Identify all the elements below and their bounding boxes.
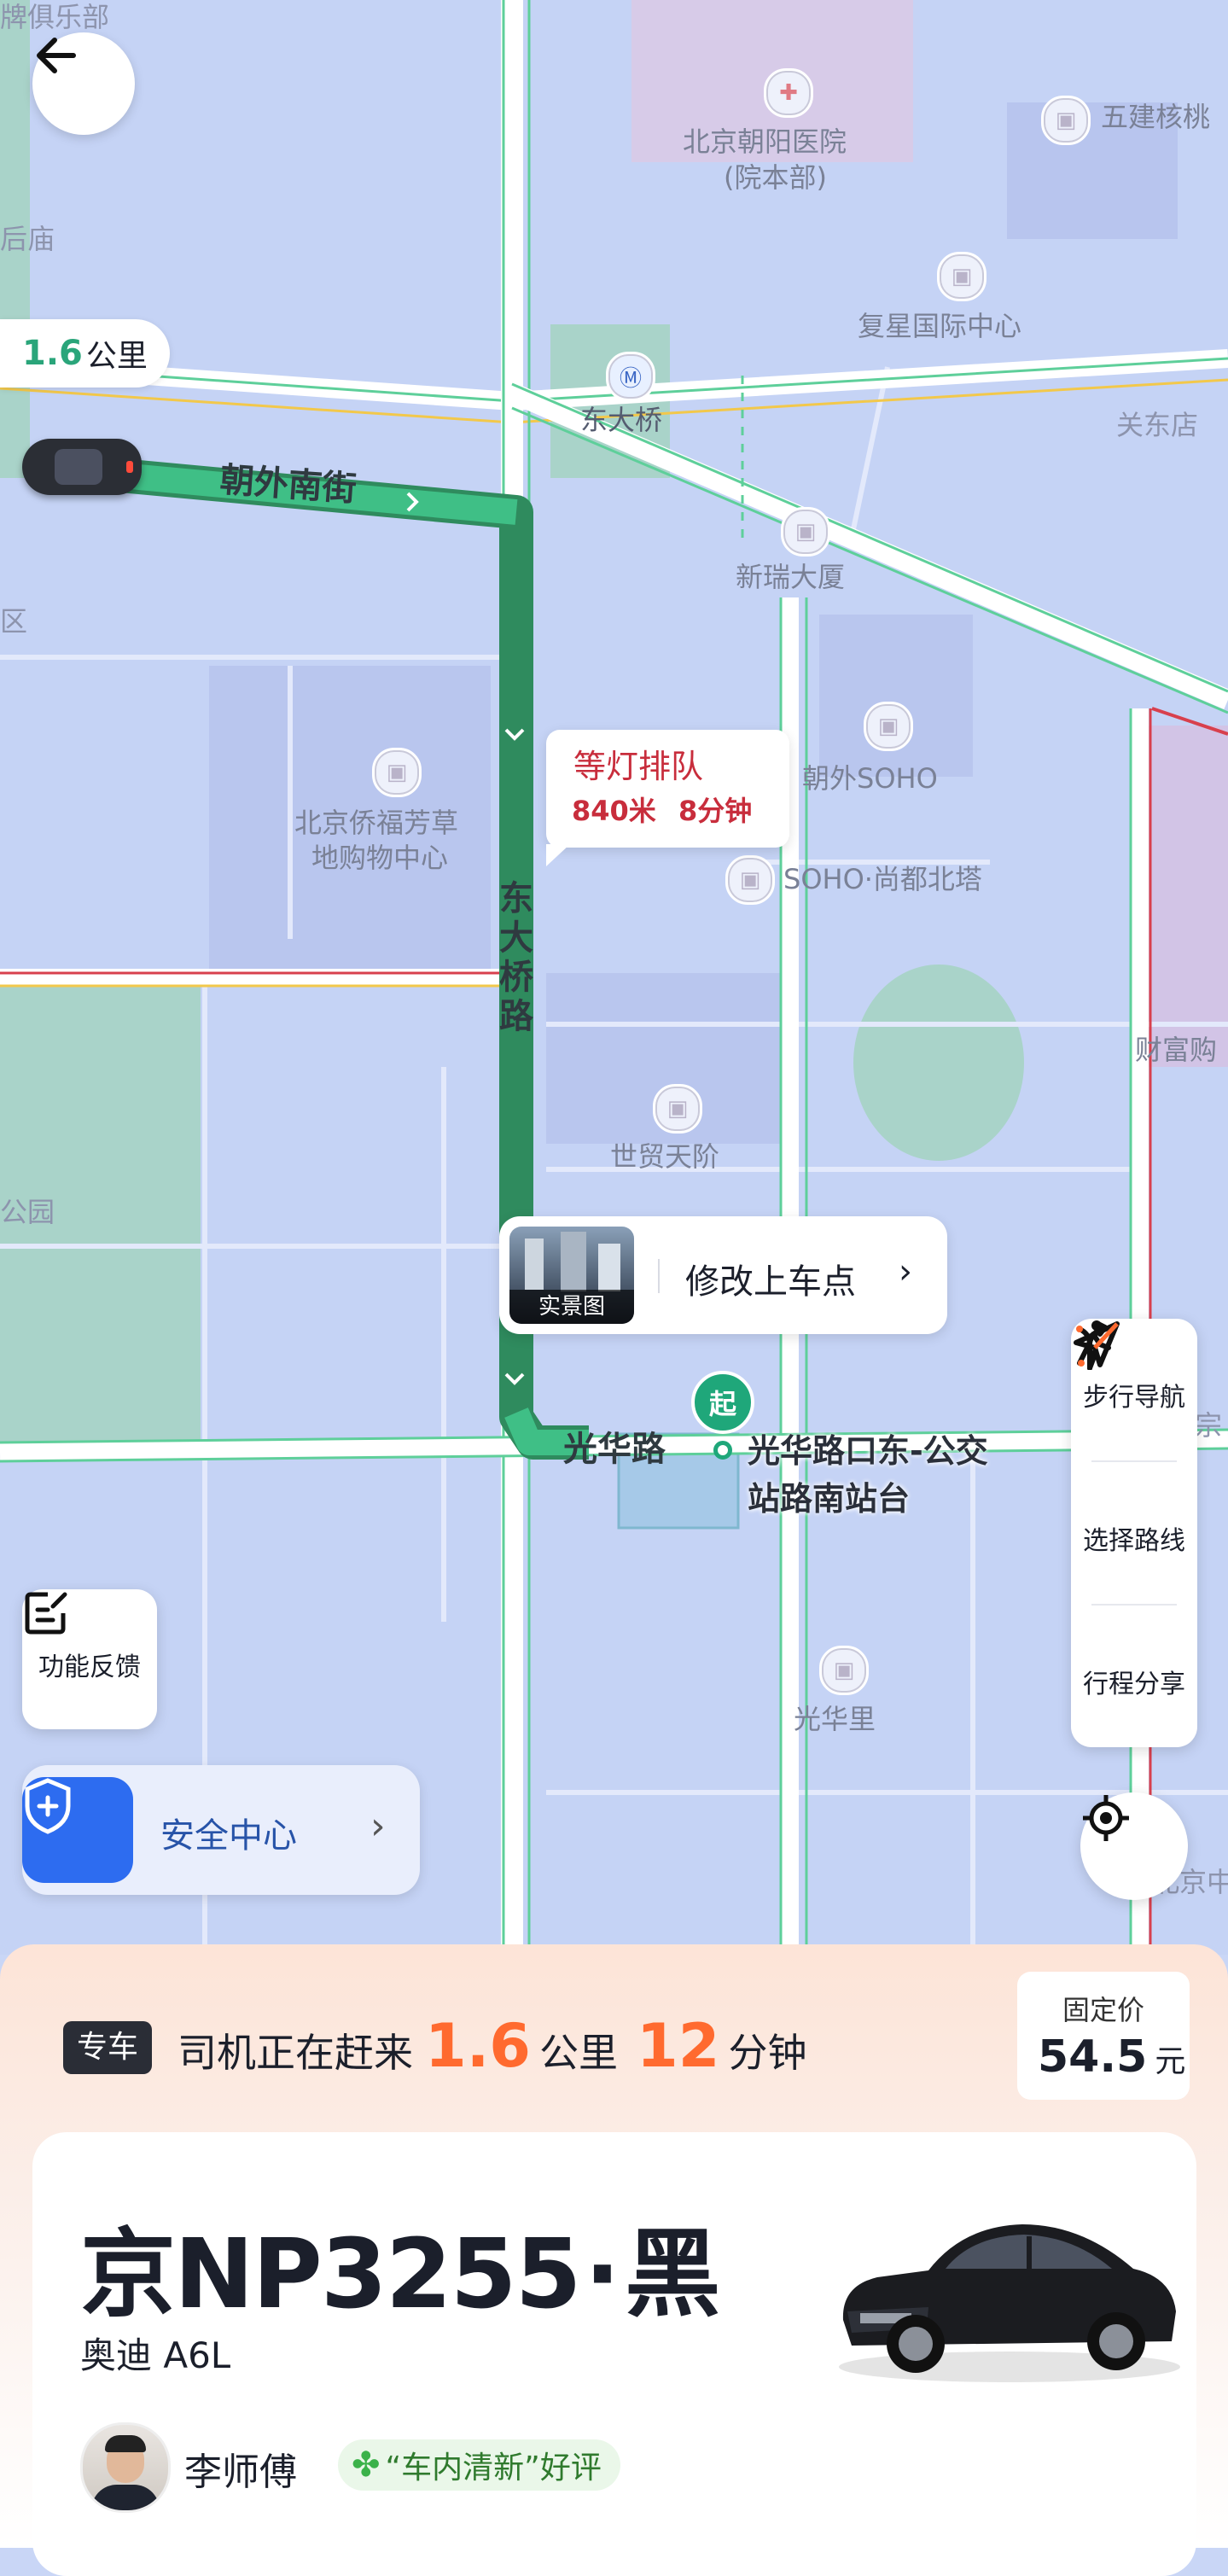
locate-icon — [1083, 1795, 1129, 1841]
arrow-left-icon — [37, 38, 76, 73]
review-text: “车内清新”好评 — [385, 2451, 602, 2486]
poi-label: 五建核桃 — [1101, 101, 1211, 133]
map-canvas — [0, 0, 1228, 1955]
pickup-dot — [713, 1441, 732, 1460]
building-icon: ▣ — [781, 507, 830, 557]
distance-chip: 1.6 公里 — [0, 319, 170, 388]
poi-label: 关东店 — [1116, 409, 1199, 441]
chevron-right-icon: › — [899, 1252, 912, 1291]
service-tag: 专车 — [63, 2021, 153, 2074]
price-label: 固定价 — [1062, 1994, 1144, 2026]
pickup-stop-name: 光华路口东-公交 站路南站台 — [748, 1427, 988, 1523]
building-icon: ▣ — [1041, 96, 1091, 145]
distance-unit: 公里 — [85, 339, 148, 374]
poi-label: 区 — [0, 605, 28, 638]
edit-pickup-pill[interactable]: 实景图 修改上车点 › — [499, 1216, 947, 1334]
poi-label: (院本部) — [724, 161, 827, 194]
traffic-time: 8分钟 — [678, 795, 753, 827]
building-icon: ▣ — [819, 1646, 869, 1695]
building-icon: ▣ — [864, 702, 913, 751]
avatar[interactable] — [80, 2422, 171, 2513]
choose-route-label: 选择路线 — [1083, 1526, 1185, 1556]
edit-icon — [25, 1592, 67, 1635]
metro-icon: Ⓜ — [606, 352, 655, 401]
poi-label: 新瑞大厦 — [736, 561, 846, 593]
clover-icon: ✤ — [352, 2445, 381, 2485]
shopping-icon: ▣ — [725, 855, 775, 905]
choose-route-button[interactable]: 选择路线 — [1071, 1321, 1197, 1604]
poi-label: SOHO·尚都北塔 — [783, 863, 982, 895]
walk-nav-label: 步行导航 — [1083, 1383, 1185, 1413]
side-tools-panel: 步行导航 选择路线 行程分享 — [1071, 1319, 1197, 1747]
eta-distance: 1.6 — [425, 2011, 532, 2081]
poi-label: 东大桥 — [580, 404, 663, 436]
poi-label: 世贸天阶 — [610, 1140, 720, 1173]
eta-distance-unit: 公里 — [539, 2030, 619, 2076]
price-box[interactable]: 固定价 54.5 元 — [1017, 1972, 1190, 2100]
poi-label: 光华里 — [794, 1703, 876, 1735]
plate-sep: · — [584, 2219, 621, 2330]
poi-label: 朝外SOHO — [802, 762, 938, 795]
status-text: 司机正在赶来 — [178, 2030, 413, 2076]
car-image — [839, 2224, 1180, 2382]
feedback-label: 功能反馈 — [38, 1652, 141, 1682]
back-button[interactable] — [32, 32, 135, 135]
car-color: 黑 — [625, 2219, 721, 2330]
driver-name: 李师傅 — [184, 2451, 297, 2494]
trip-status: 司机正在赶来 1.6 公里 12 分钟 — [178, 2011, 806, 2081]
share-icon — [1074, 1321, 1120, 1367]
price: 54.5 元 — [1038, 2031, 1185, 2083]
review-badge: ✤ “车内清新”好评 — [338, 2439, 620, 2491]
car-model: 奥迪 A6L — [80, 2334, 231, 2376]
pickup-marker[interactable]: 起 — [691, 1371, 754, 1434]
road-label-dongdaqiao: 东大桥路 — [499, 879, 533, 1036]
safety-center-label: 安全中心 — [160, 1816, 297, 1856]
street-view-label: 实景图 — [509, 1290, 634, 1324]
price-unit: 元 — [1155, 2044, 1186, 2079]
distance-value: 1.6 — [22, 334, 83, 373]
car-marker — [22, 439, 142, 495]
eta-time-unit: 分钟 — [728, 2030, 807, 2076]
shield-icon — [22, 1777, 133, 1883]
share-trip-label: 行程分享 — [1083, 1670, 1185, 1699]
bubble-tail — [546, 844, 570, 866]
feedback-button[interactable]: 功能反馈 — [22, 1589, 157, 1729]
shopping-icon: ▣ — [653, 1084, 702, 1134]
poi-label: 公园 — [0, 1196, 55, 1228]
street-view-thumbnail[interactable]: 实景图 — [509, 1227, 634, 1324]
poi-label: 北京朝阳医院 — [683, 125, 847, 158]
traffic-bubble: 等灯排队 840米 8分钟 — [546, 730, 789, 866]
traffic-title: 等灯排队 — [573, 748, 704, 785]
locate-button[interactable] — [1080, 1792, 1188, 1900]
plate-number: 京NP3255 — [80, 2219, 582, 2330]
share-trip-button[interactable]: 行程分享 — [1071, 1321, 1197, 1747]
eta-time: 12 — [637, 2011, 720, 2081]
pickup-stop-name-line2: 站路南站台 — [748, 1480, 911, 1518]
poi-label: 牌俱乐部 — [0, 1, 110, 33]
chevron-right-icon: › — [370, 1804, 386, 1848]
road-label-chaowai: 朝外南街 — [218, 460, 358, 510]
divider — [658, 1259, 660, 1293]
hospital-icon: ✚ — [764, 68, 813, 118]
map-view[interactable]: 牌俱乐部 ✚ 北京朝阳医院 (院本部) ▣ 五建核桃 ▣ 复星国际中心 Ⓜ 东大… — [0, 0, 1228, 1955]
poi-label: 后庙 — [0, 223, 55, 255]
poi-label: 复星国际中心 — [858, 310, 1022, 342]
shopping-icon: ▣ — [372, 748, 422, 797]
poi-label: 地购物中心 — [311, 842, 449, 874]
price-value: 54.5 — [1038, 2031, 1148, 2083]
poi-label: 财富购 — [1135, 1034, 1218, 1066]
road-label-guanghua: 光华路 — [563, 1430, 666, 1469]
poi-label: 宗 — [1195, 1409, 1223, 1442]
driver-card[interactable]: 京NP3255 · 黑 奥迪 A6L 李师傅 ✤ “车内清新”好评 — [32, 2132, 1196, 2576]
license-plate: 京NP3255 · 黑 — [80, 2197, 720, 2335]
traffic-distance: 840米 — [572, 795, 656, 827]
edit-pickup-label: 修改上车点 — [685, 1262, 856, 1302]
safety-center-button[interactable]: 安全中心 › — [22, 1765, 420, 1895]
pickup-stop-name-line1: 光华路口东-公交 — [748, 1432, 988, 1470]
building-icon: ▣ — [937, 252, 986, 301]
poi-label: 北京侨福芳草 — [294, 807, 459, 839]
